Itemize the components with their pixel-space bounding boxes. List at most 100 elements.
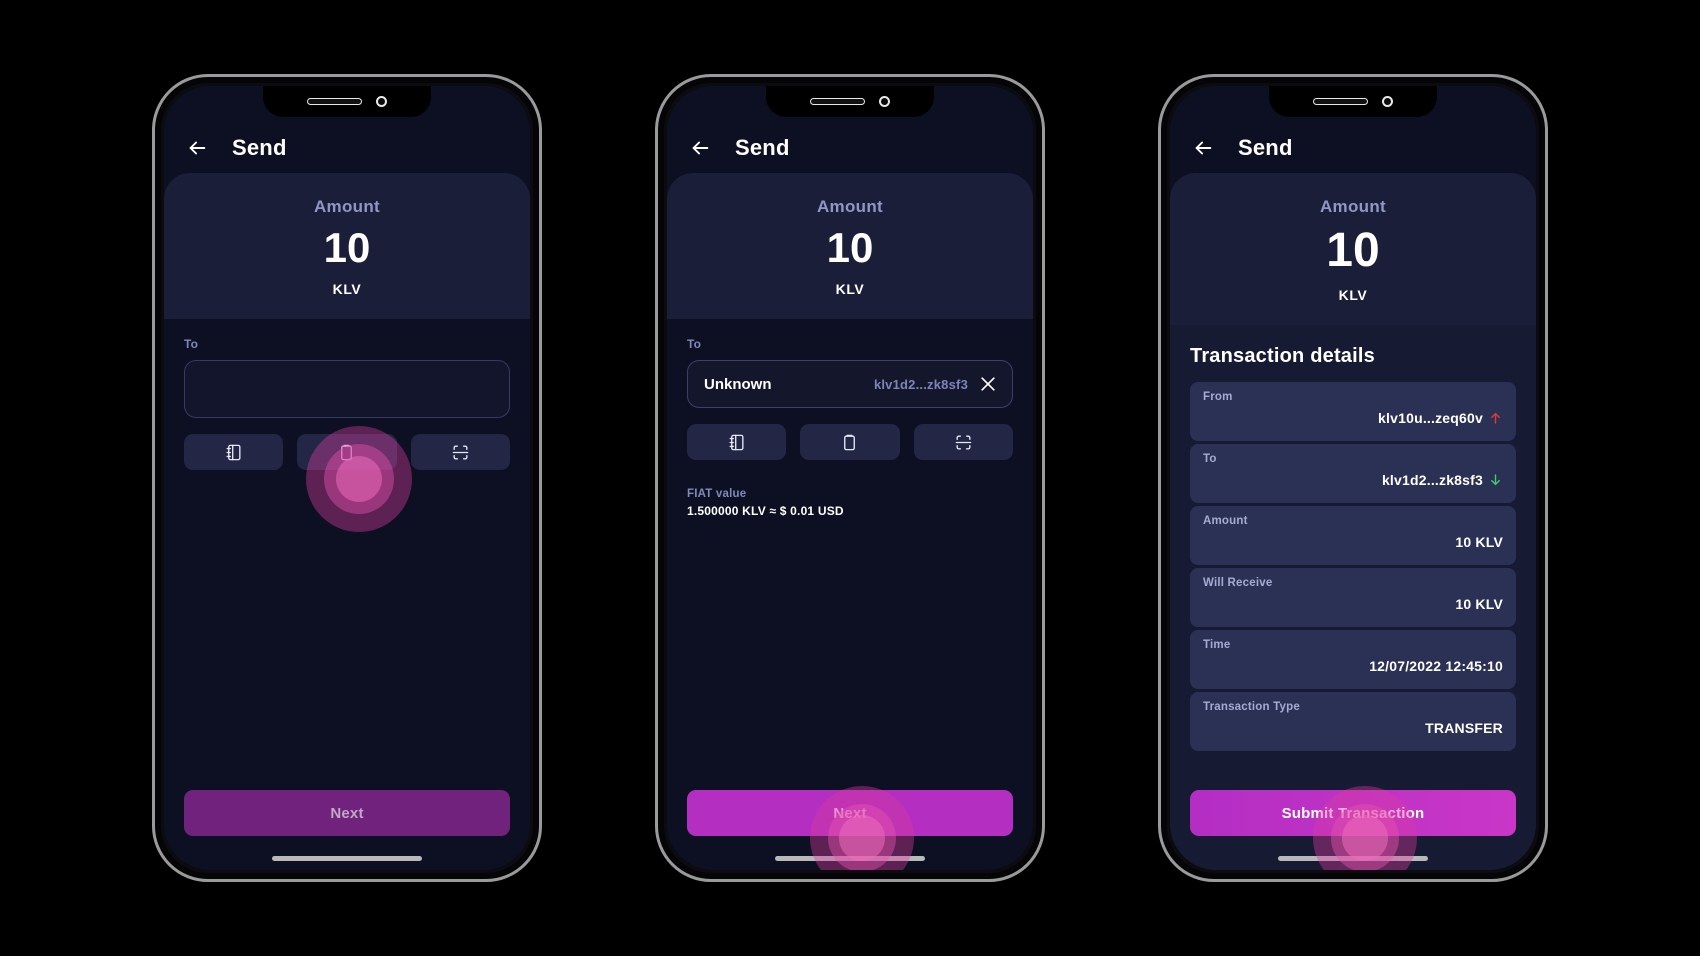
phone-1-screen: Send Amount 10 KLV To Next: [164, 86, 530, 870]
to-field-label: To: [687, 337, 702, 351]
back-button[interactable]: [1192, 137, 1214, 159]
arrow-down-icon: [1491, 474, 1500, 486]
amount-value: 10: [826, 224, 874, 271]
qr-scan-icon: [955, 434, 972, 450]
scan-qr-button[interactable]: [410, 434, 510, 470]
selected-recipient[interactable]: Unknown klv1d2...zk8sf3: [687, 360, 1013, 408]
close-icon: [981, 377, 995, 391]
amount-unit: KLV: [835, 281, 865, 297]
screenshot-stage: Send Amount 10 KLV To Next Send Amount 1…: [0, 0, 1700, 956]
to-field-label: To: [184, 337, 199, 351]
phone-3-screen: Send Amount 10 KLV Transaction details F…: [1170, 86, 1536, 870]
scan-qr-button[interactable]: [913, 424, 1013, 460]
arrow-left-icon: [189, 141, 206, 155]
table-row: Transaction Type TRANSFER: [1190, 692, 1516, 751]
back-button[interactable]: [186, 137, 208, 159]
amount-card: Amount 10 KLV: [164, 173, 530, 319]
home-indicator: [1278, 856, 1428, 861]
speaker-icon: [1313, 98, 1368, 105]
submit-transaction-button[interactable]: Submit Transaction: [1190, 790, 1516, 836]
speaker-icon: [307, 98, 362, 105]
amount-value: 10: [323, 224, 371, 271]
phone-2-screen: Send Amount 10 KLV To Unknown klv1d2...z…: [667, 86, 1033, 870]
row-value: TRANSFER: [1425, 720, 1503, 736]
clipboard-icon: [341, 444, 353, 460]
recipient-section: To Unknown klv1d2...zk8sf3 FIAT value 1.…: [667, 319, 1033, 790]
amount-value: 10: [1326, 224, 1380, 277]
amount-label: Amount: [1319, 197, 1386, 216]
amount-label: Amount: [816, 197, 883, 216]
notch: [263, 86, 431, 117]
row-value-wrap: 10 KLV: [1203, 596, 1503, 612]
amount-unit: KLV: [1338, 287, 1368, 303]
row-label: Will Receive: [1203, 577, 1273, 589]
phone-mockup-1: Send Amount 10 KLV To Next: [152, 74, 542, 882]
recipient-action-row: [184, 434, 510, 470]
row-label: From: [1203, 391, 1233, 403]
to-address-input[interactable]: [184, 360, 510, 418]
recipient-name: Unknown: [704, 375, 772, 393]
arrow-left-icon: [1195, 141, 1212, 155]
row-label: Amount: [1203, 515, 1248, 527]
notch: [766, 86, 934, 117]
row-label: To: [1203, 453, 1217, 465]
row-value-wrap: klv1d2...zk8sf3: [1203, 472, 1503, 488]
row-value-wrap: klv10u...zeq60v: [1203, 410, 1503, 426]
page-title: Send: [735, 135, 790, 160]
fiat-value-block: FIAT value 1.500000 KLV ≈ $ 0.01 USD: [687, 488, 1013, 518]
row-label: Time: [1203, 639, 1231, 651]
table-row: Time 12/07/2022 12:45:10: [1190, 630, 1516, 689]
camera-icon: [1382, 96, 1393, 107]
table-row: Amount 10 KLV: [1190, 506, 1516, 565]
amount-card: Amount 10 KLV: [667, 173, 1033, 319]
fiat-label: FIAT value: [687, 488, 747, 500]
page-title: Send: [232, 135, 287, 160]
amount-card: Amount 10 KLV: [1170, 173, 1536, 325]
next-button[interactable]: Next: [687, 790, 1013, 836]
transaction-details-title: Transaction details: [1190, 345, 1375, 367]
notch: [1269, 86, 1437, 117]
table-row: From klv10u...zeq60v: [1190, 382, 1516, 441]
paste-button[interactable]: [297, 434, 397, 470]
qr-scan-icon: [452, 444, 469, 460]
camera-icon: [879, 96, 890, 107]
home-indicator: [775, 856, 925, 861]
fiat-conversion: 1.500000 KLV ≈ $ 0.01 USD: [687, 504, 844, 518]
row-value: 12/07/2022 12:45:10: [1369, 658, 1503, 674]
recipient-address: klv1d2...zk8sf3: [873, 376, 968, 392]
screen-2-body: Amount 10 KLV To Unknown klv1d2...zk8sf3: [667, 173, 1033, 870]
amount-label: Amount: [313, 197, 380, 216]
table-row: Will Receive 10 KLV: [1190, 568, 1516, 627]
recipient-action-row: [687, 424, 1013, 460]
home-indicator: [272, 856, 422, 861]
arrow-up-icon: [1491, 412, 1500, 424]
row-value-wrap: TRANSFER: [1203, 720, 1503, 736]
row-value-wrap: 10 KLV: [1203, 534, 1503, 550]
contacts-button[interactable]: [184, 434, 284, 470]
row-value: klv10u...zeq60v: [1378, 410, 1483, 426]
clipboard-icon: [844, 434, 856, 450]
back-button[interactable]: [689, 137, 711, 159]
screen-3-body: Amount 10 KLV Transaction details From k…: [1170, 173, 1536, 870]
row-value: 10 KLV: [1455, 534, 1503, 550]
arrow-left-icon: [692, 141, 709, 155]
speaker-icon: [810, 98, 865, 105]
page-title: Send: [1238, 135, 1293, 160]
phone-mockup-2: Send Amount 10 KLV To Unknown klv1d2...z…: [655, 74, 1045, 882]
address-book-icon: [226, 444, 241, 460]
screen-1-body: Amount 10 KLV To Next: [164, 173, 530, 870]
amount-unit: KLV: [332, 281, 362, 297]
row-value: klv1d2...zk8sf3: [1381, 472, 1483, 488]
contacts-button[interactable]: [687, 424, 787, 460]
row-label: Transaction Type: [1203, 701, 1300, 713]
transaction-details-list: From klv10u...zeq60v To klv1d2...zk8sf3: [1170, 382, 1536, 751]
recipient-section: To: [164, 319, 530, 790]
phone-mockup-3: Send Amount 10 KLV Transaction details F…: [1158, 74, 1548, 882]
table-row: To klv1d2...zk8sf3: [1190, 444, 1516, 503]
clear-recipient-button[interactable]: [978, 374, 998, 394]
row-value-wrap: 12/07/2022 12:45:10: [1203, 658, 1503, 674]
row-value: 10 KLV: [1455, 596, 1503, 612]
next-button[interactable]: Next: [184, 790, 510, 836]
paste-button[interactable]: [800, 424, 900, 460]
camera-icon: [376, 96, 387, 107]
